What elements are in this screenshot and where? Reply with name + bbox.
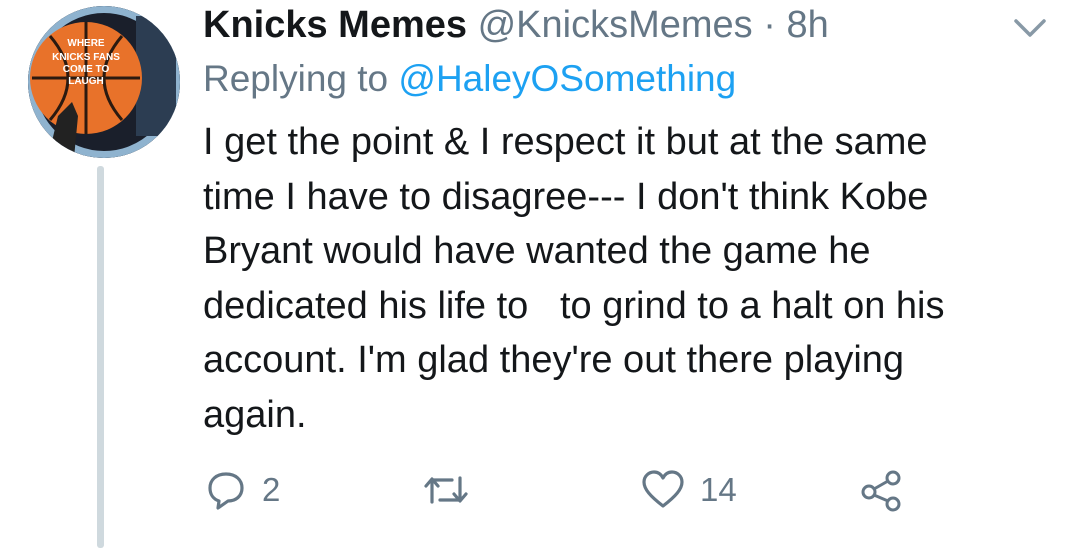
replying-to: Replying to @HaleyOSomething (203, 56, 736, 102)
avatar-text-4: LAUGH (68, 76, 104, 87)
user-handle[interactable]: @KnicksMemes (478, 4, 753, 46)
like-count: 14 (700, 471, 737, 508)
share-icon (858, 468, 904, 512)
avatar-text-3: COME TO (63, 64, 110, 75)
header-separator: · (763, 4, 776, 46)
avatar[interactable]: WHERE KNICKS FANS COME TO LAUGH (28, 6, 180, 158)
retweet-icon (420, 468, 472, 512)
replying-to-label: Replying to (203, 58, 389, 99)
like-button[interactable]: 14 (640, 466, 737, 514)
share-button[interactable] (858, 466, 904, 514)
chevron-down-icon[interactable] (1012, 16, 1048, 40)
basketball-logo-icon: WHERE KNICKS FANS COME TO LAUGH (28, 6, 180, 158)
thread-line (97, 166, 104, 548)
display-name[interactable]: Knicks Memes (203, 4, 467, 46)
timestamp[interactable]: 8h (786, 4, 828, 46)
avatar-text-2: KNICKS FANS (52, 52, 120, 63)
tweet-header: Knicks Memes @KnicksMemes · 8h (203, 2, 829, 48)
reply-icon (204, 468, 248, 512)
reply-count: 2 (262, 471, 281, 508)
reply-button[interactable]: 2 (204, 466, 280, 514)
retweet-button[interactable] (420, 466, 486, 514)
heart-icon (640, 468, 686, 512)
reply-mention-link[interactable]: @HaleyOSomething (398, 58, 736, 99)
tweet-text: I get the point & I respect it but at th… (203, 121, 945, 436)
avatar-text-1: WHERE (67, 38, 105, 49)
